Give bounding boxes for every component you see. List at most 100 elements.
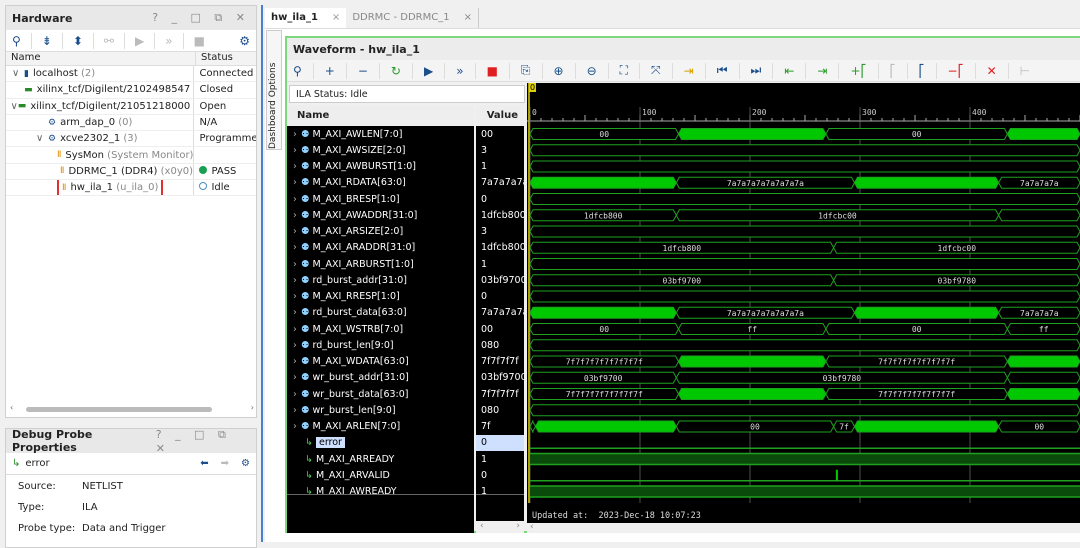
search-icon[interactable]: ⚲ (293, 64, 302, 78)
run-immediate-icon[interactable]: » (456, 64, 463, 78)
expand-arrow-icon[interactable]: › (287, 177, 301, 188)
add-icon[interactable]: + (325, 64, 335, 78)
signal-row[interactable]: › ⚉ wr_burst_addr[31:0] (287, 370, 474, 386)
next-transition-icon[interactable]: ⇥ (817, 64, 827, 78)
signal-row[interactable]: › ⚉ M_AXI_ARBURST[1:0] (287, 256, 474, 272)
delete-marker-icon[interactable]: −⎡ (948, 64, 964, 78)
hardware-tree-item[interactable]: ⚙ arm_dap_0 (0) N/A (6, 114, 256, 132)
tab-ddrmc[interactable]: DDRMC - DDRMC_1 × (346, 8, 479, 28)
expand-arrow-icon[interactable]: › (287, 145, 301, 156)
signal-row[interactable]: › ⚉ M_AXI_RDATA[63:0] (287, 175, 474, 191)
expand-arrow-icon[interactable]: ∨ (10, 101, 17, 112)
expand-arrow-icon[interactable]: › (287, 161, 301, 172)
expand-arrow-icon[interactable]: › (287, 259, 301, 270)
search-icon[interactable]: ⚲ (12, 34, 21, 48)
signal-row[interactable]: › ⚉ M_AXI_RRESP[1:0] (287, 289, 474, 305)
zoom-cursor-icon[interactable]: ⤧ (651, 63, 661, 78)
signal-row[interactable]: › ⚉ rd_burst_len[9:0] (287, 337, 474, 353)
signal-row[interactable]: › ⚉ M_AXI_WSTRB[7:0] (287, 321, 474, 337)
expand-arrow-icon[interactable]: › (287, 194, 301, 205)
auto-retrigger-icon[interactable]: ↻ (391, 64, 401, 78)
go-to-start-icon[interactable]: ⏮ (717, 63, 728, 78)
signal-row[interactable]: › ⚉ M_AXI_WDATA[63:0] (287, 354, 474, 370)
expand-arrow-icon[interactable]: › (287, 356, 301, 367)
collapse-all-icon[interactable]: ⇟ (42, 34, 52, 48)
expand-arrow-icon[interactable]: › (287, 372, 301, 383)
splitter[interactable] (261, 5, 263, 542)
expand-arrow-icon[interactable]: › (287, 226, 301, 237)
stop-icon[interactable]: ■ (487, 64, 498, 78)
hardware-tree-item[interactable]: ∨ ▮ localhost (2) Connected (6, 66, 256, 83)
expand-arrow-icon[interactable]: › (287, 129, 301, 140)
expand-arrow-icon[interactable]: › (287, 275, 301, 286)
zoom-in-icon[interactable]: ⊕ (554, 64, 564, 78)
expand-all-icon[interactable]: ⬍ (73, 34, 83, 48)
expand-arrow-icon[interactable]: ∨ (36, 133, 48, 144)
forward-arrow-icon[interactable]: ➡ (221, 458, 229, 469)
horizontal-scrollbar[interactable]: ‹ › (10, 403, 254, 413)
hardware-tree-item[interactable]: ∨⚙xcve2302_1 (3) Programmed (6, 131, 256, 148)
signal-row[interactable]: ↳ M_AXI_ARREADY (287, 451, 474, 467)
swap-cursors-icon[interactable]: ⊢ (1020, 64, 1030, 78)
auto-connect-icon[interactable]: ⚯ (104, 34, 114, 48)
expand-arrow-icon[interactable]: ∨ (12, 68, 24, 79)
gear-icon[interactable]: ⚙ (239, 34, 250, 48)
delete-all-markers-icon[interactable]: ✕ (987, 64, 997, 78)
go-to-end-icon[interactable]: ⏭ (751, 63, 762, 78)
waveform-scrollbar[interactable]: ‹ (527, 523, 1080, 533)
add-marker-icon[interactable]: +⎡ (850, 64, 866, 78)
hardware-tree-item[interactable]: ∨ ▬ xilinx_tcf/Digilent/21051218000 Open (6, 98, 256, 115)
expand-arrow-icon[interactable]: › (287, 340, 301, 351)
expand-arrow-icon[interactable]: › (287, 210, 301, 221)
panel-window-controls[interactable]: ? _ □ ⧉ ✕ (156, 428, 250, 455)
back-arrow-icon[interactable]: ⬅ (200, 458, 208, 469)
dashboard-options-tab[interactable]: Dashboard Options (266, 30, 282, 150)
signal-row[interactable]: › ⚉ M_AXI_BRESP[1:0] (287, 191, 474, 207)
col-value[interactable]: Value (476, 105, 524, 126)
stop-icon[interactable]: ■ (194, 34, 205, 48)
close-icon[interactable]: × (332, 12, 340, 24)
signal-row[interactable]: › ⚉ M_AXI_AWLEN[7:0] (287, 126, 474, 142)
signal-row[interactable]: › ⚉ wr_burst_len[9:0] (287, 402, 474, 418)
expand-arrow-icon[interactable]: › (287, 242, 301, 253)
signal-row[interactable]: › ⚉ M_AXI_ARSIZE[2:0] (287, 224, 474, 240)
expand-arrow-icon[interactable]: › (287, 307, 301, 318)
gear-icon[interactable]: ⚙ (241, 458, 250, 469)
col-name[interactable]: Name (287, 105, 474, 126)
signal-row[interactable]: ↳ M_AXI_AWREADY (287, 484, 474, 494)
signal-row[interactable]: › ⚉ M_AXI_AWBURST[1:0] (287, 159, 474, 175)
run-immediate-icon[interactable]: » (165, 34, 172, 48)
zoom-fit-icon[interactable]: ⛶ (620, 63, 628, 78)
signal-row[interactable]: › ⚉ wr_burst_data[63:0] (287, 386, 474, 402)
remove-icon[interactable]: − (358, 64, 368, 78)
signal-row[interactable]: › ⚉ M_AXI_ARADDR[31:0] (287, 240, 474, 256)
run-trigger-icon[interactable]: ▶ (135, 34, 144, 48)
signal-row[interactable]: ↳ error (287, 435, 474, 451)
cursor-icon[interactable]: ⇥ (684, 64, 694, 78)
hardware-tree-item[interactable]: Ⅱhw_ila_1 (u_ila_0) Idle (6, 180, 256, 197)
expand-arrow-icon[interactable]: › (287, 291, 301, 302)
expand-arrow-icon[interactable]: › (287, 421, 301, 432)
close-icon[interactable]: × (464, 12, 472, 24)
signal-row[interactable]: ↳ M_AXI_ARVALID (287, 467, 474, 483)
signal-row[interactable]: › ⚉ M_AXI_AWSIZE[2:0] (287, 142, 474, 158)
expand-arrow-icon[interactable]: › (287, 389, 301, 400)
zoom-out-icon[interactable]: ⊖ (587, 64, 597, 78)
value-scrollbar[interactable]: ‹ › (476, 521, 524, 533)
signal-row[interactable]: › ⚉ rd_burst_addr[31:0] (287, 272, 474, 288)
col-status[interactable]: Status (196, 52, 233, 65)
cursor-marker-label[interactable]: 0 (529, 83, 537, 92)
previous-marker-icon[interactable]: ⎡ (890, 64, 896, 78)
hardware-tree-item[interactable]: Ⅱ DDRMC_1 (DDR4) (x0y0) PASS (6, 163, 256, 181)
previous-transition-icon[interactable]: ⇤ (784, 64, 794, 78)
panel-window-controls[interactable]: ? _ □ ⧉ ✕ (152, 11, 250, 25)
expand-arrow-icon[interactable]: › (287, 405, 301, 416)
export-icon[interactable]: ⎘ (521, 63, 531, 78)
run-trigger-icon[interactable]: ▶ (424, 64, 433, 78)
signal-row[interactable]: › ⚉ rd_burst_data[63:0] (287, 305, 474, 321)
expand-arrow-icon[interactable]: › (287, 324, 301, 335)
signal-row[interactable]: › ⚉ M_AXI_AWADDR[31:0] (287, 207, 474, 223)
hardware-tree-item[interactable]: Ⅱ SysMon (System Monitor) (6, 147, 256, 164)
waveform-canvas[interactable]: 0 100 200 300 400 00 00 7a7a7a7a7a7a7a7a 7a7a7a7… (527, 83, 1080, 533)
signal-row[interactable]: › ⚉ M_AXI_ARLEN[7:0] (287, 419, 474, 435)
